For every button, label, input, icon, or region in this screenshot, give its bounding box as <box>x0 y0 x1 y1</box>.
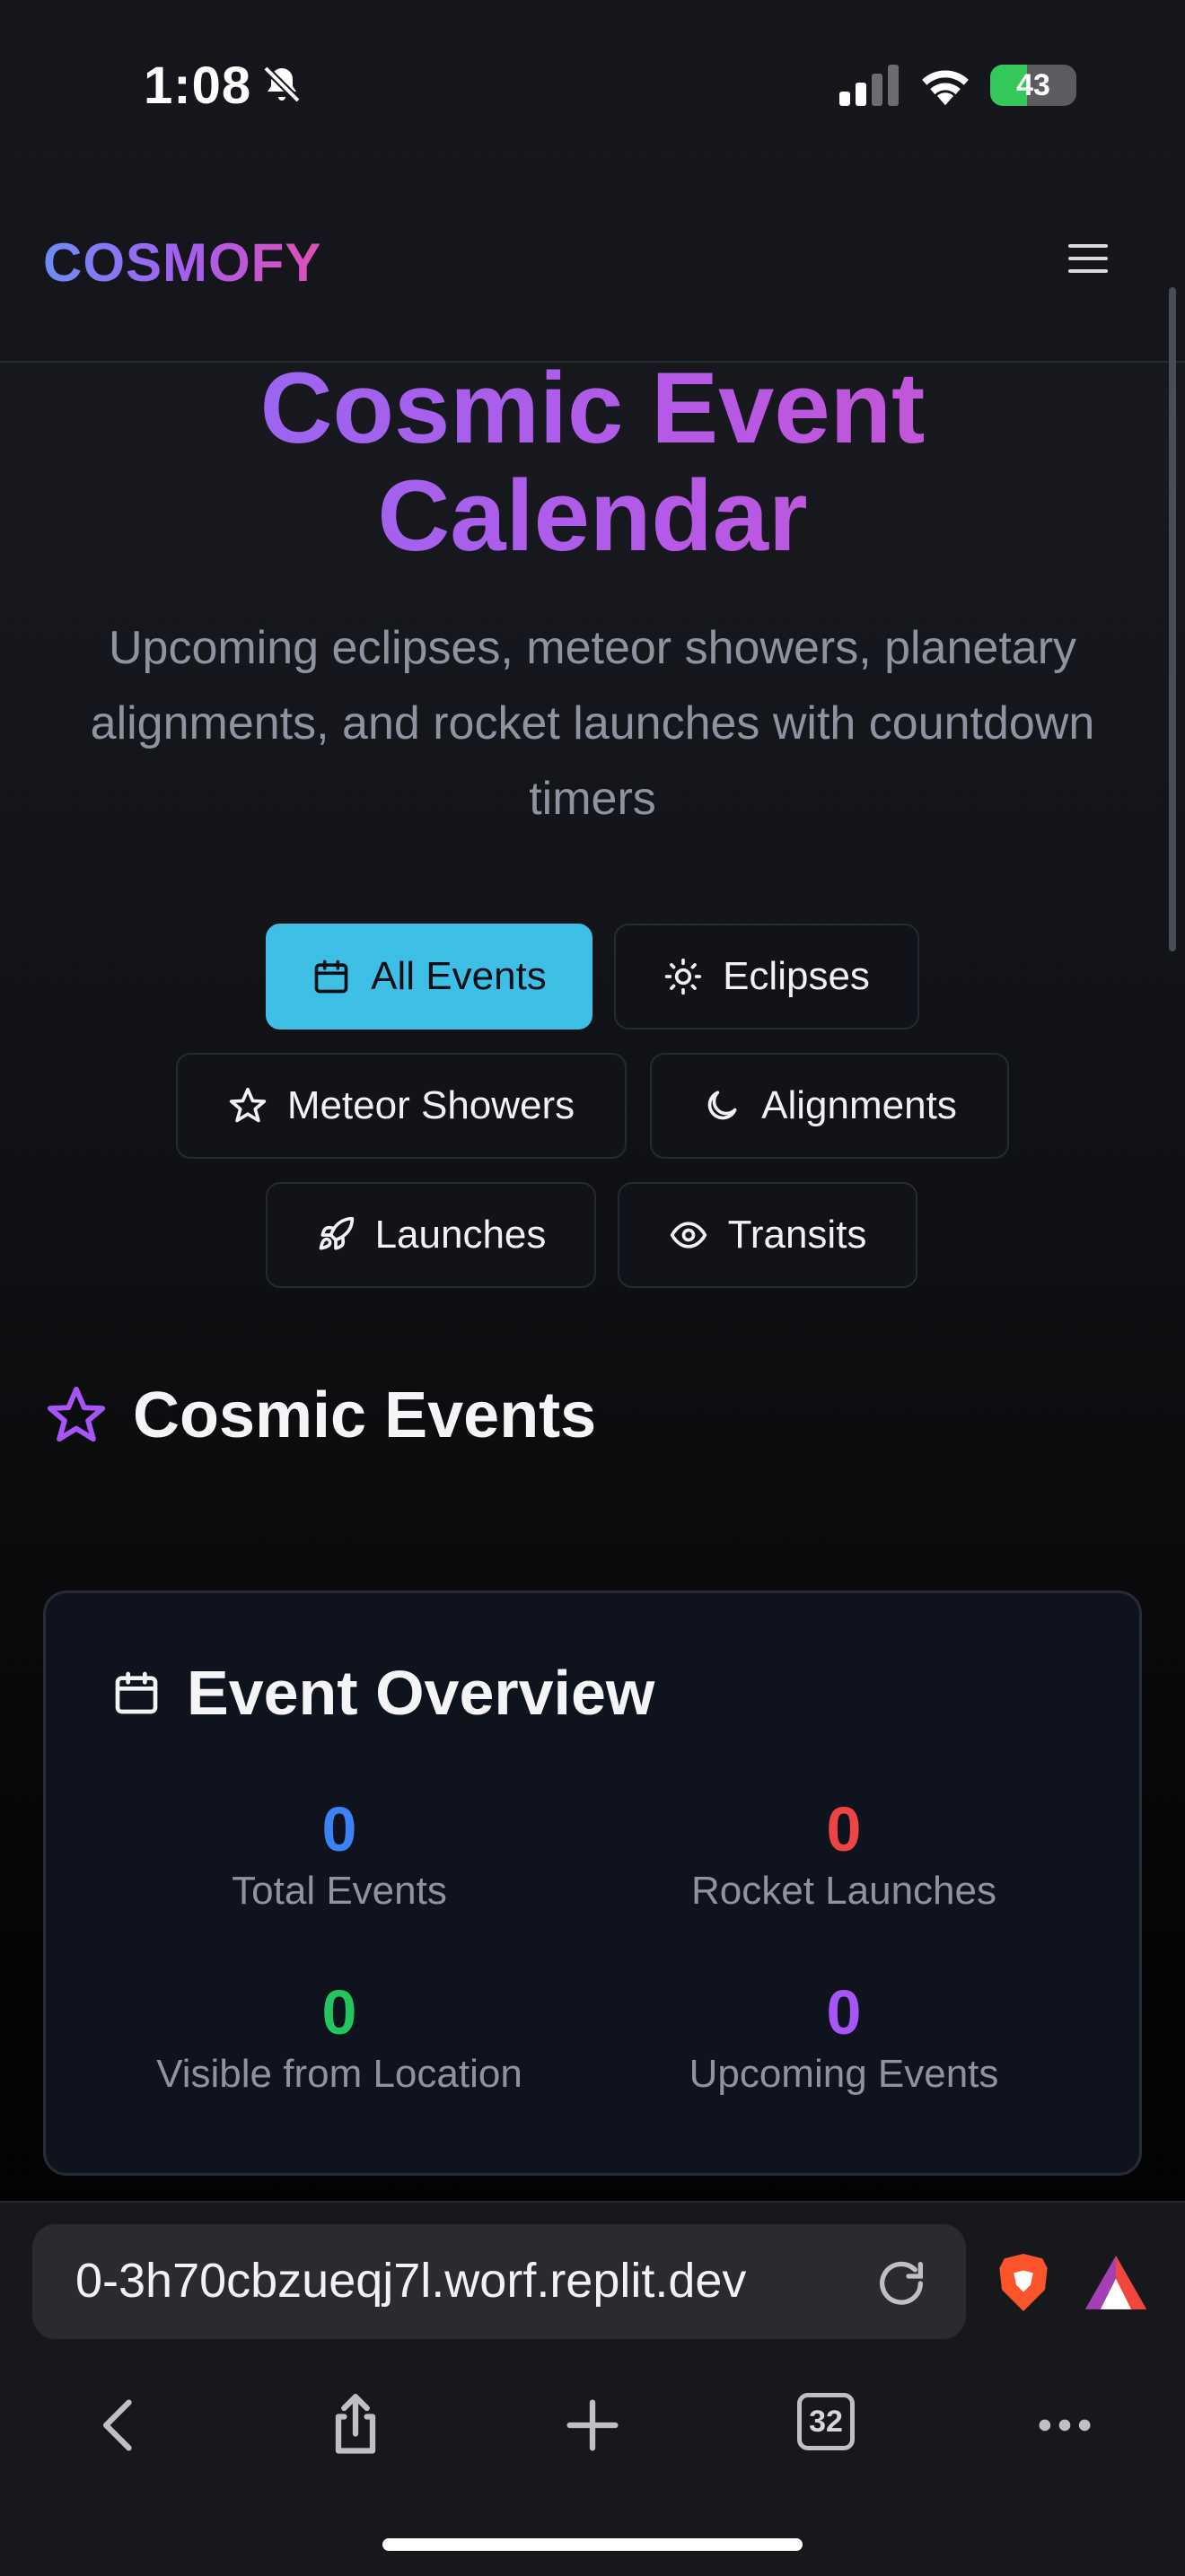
page-title: Cosmic Event Calendar <box>0 355 1185 570</box>
back-icon[interactable] <box>86 2391 154 2459</box>
moon-icon <box>707 1091 737 1120</box>
share-icon[interactable] <box>321 2391 390 2459</box>
sun-icon <box>664 958 702 995</box>
status-time: 1:08 <box>144 57 252 115</box>
filter-meteor-showers-button[interactable]: Meteor Showers <box>176 1053 627 1159</box>
home-indicator[interactable] <box>382 2538 803 2551</box>
stat-upcoming-events: 0 Upcoming Events <box>689 1977 999 2096</box>
cellular-signal-icon <box>839 65 899 106</box>
new-tab-icon[interactable] <box>558 2391 627 2459</box>
stat-rocket-launches: 0 Rocket Launches <box>691 1794 996 1913</box>
page-subtitle: Upcoming eclipses, meteor showers, plane… <box>90 622 1095 825</box>
reload-icon[interactable] <box>873 2255 930 2312</box>
filter-transits-button[interactable]: Transits <box>618 1182 917 1288</box>
brave-shield-icon[interactable] <box>995 2251 1052 2314</box>
battery-indicator: 43 <box>990 65 1076 106</box>
bell-muted-icon <box>263 66 301 103</box>
rewards-triangle-icon[interactable] <box>1083 2253 1149 2312</box>
url-text[interactable]: 0-3h70cbzueqj7l.worf.replit.dev <box>75 2253 746 2309</box>
hamburger-menu-button[interactable] <box>1068 244 1108 280</box>
rocket-icon <box>319 1216 354 1250</box>
filter-all-events-button[interactable]: All Events <box>266 924 592 1030</box>
site-logo[interactable]: COSMOFY <box>43 232 321 294</box>
filter-alignments-button[interactable]: Alignments <box>650 1053 1009 1159</box>
section-heading: Cosmic Events <box>45 1379 596 1452</box>
eye-icon <box>670 1222 707 1249</box>
stat-total-events: 0 Total Events <box>232 1794 447 1913</box>
star-icon <box>229 1087 266 1123</box>
more-options-icon[interactable] <box>1031 2391 1099 2459</box>
card-title: Event Overview <box>111 1657 654 1729</box>
calendar-icon <box>314 959 348 994</box>
filter-eclipses-button[interactable]: Eclipses <box>614 924 919 1030</box>
tabs-count-button[interactable]: 32 <box>797 2393 855 2450</box>
calendar-icon <box>115 1671 158 1714</box>
star-icon <box>47 1386 106 1442</box>
filter-launches-button[interactable]: Launches <box>266 1182 596 1288</box>
wifi-icon <box>922 70 969 106</box>
stat-visible-from-location: 0 Visible from Location <box>156 1977 522 2096</box>
